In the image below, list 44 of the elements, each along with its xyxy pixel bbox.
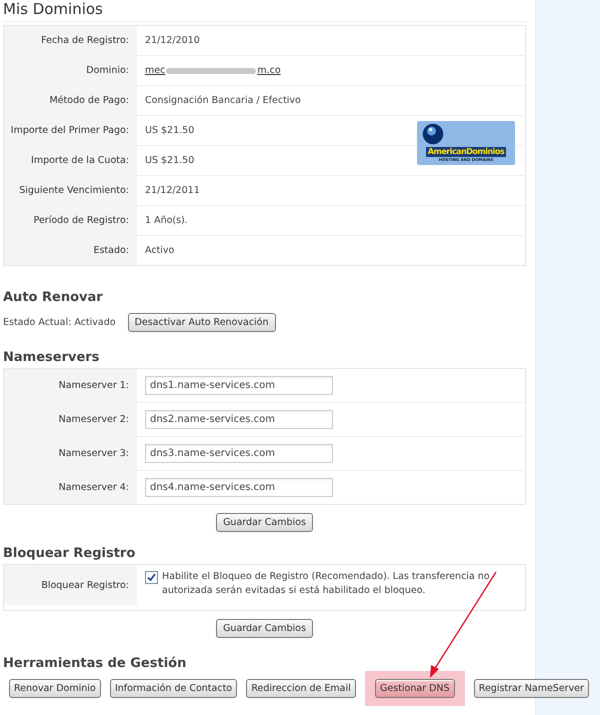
logo-text: AmericanDominios	[426, 147, 506, 157]
field-value: 1 Año(s).	[145, 215, 188, 226]
nameserver-field[interactable]: dns4.name-services.com	[145, 478, 333, 497]
field-value: 21/12/2010	[145, 35, 200, 46]
field-value: US $21.50	[145, 155, 194, 166]
field-label: Fecha de Registro:	[41, 35, 129, 46]
globe-icon	[422, 123, 444, 145]
field-label: Dominio:	[86, 65, 129, 76]
deactivate-button[interactable]: Desactivar Auto Renovación	[128, 313, 276, 332]
status-text: Estado Actual: Activado	[3, 317, 116, 328]
save-button[interactable]: Guardar Cambios	[216, 619, 313, 638]
nameserver-field[interactable]: dns3.name-services.com	[145, 444, 333, 463]
tool-button[interactable]: Información de Contacto	[110, 679, 238, 698]
field-label: Importe del Primer Pago:	[10, 125, 129, 136]
field-label: Nameserver 1:	[58, 380, 129, 391]
section-heading: Nameservers	[3, 350, 100, 365]
field-label: Nameserver 2:	[58, 414, 129, 425]
domain-link[interactable]: mec	[145, 65, 166, 76]
tool-button[interactable]: Renovar Dominio	[9, 679, 101, 698]
tool-button[interactable]: Registrar NameServer	[474, 679, 589, 698]
section-heading: Auto Renovar	[3, 290, 104, 305]
field-label: Nameserver 4:	[58, 482, 129, 493]
field-value: US $21.50	[145, 125, 194, 136]
field-label: Nameserver 3:	[58, 448, 129, 459]
field-label: Importe de la Cuota:	[31, 155, 129, 166]
field-label: Estado:	[93, 245, 129, 256]
field-value: Activo	[145, 245, 174, 256]
page-title: Mis Dominios	[3, 0, 526, 22]
section-heading: Bloquear Registro	[3, 546, 136, 561]
nameserver-field[interactable]: dns1.name-services.com	[145, 376, 333, 395]
tool-button[interactable]: Gestionar DNS	[374, 679, 455, 698]
field-label: Período de Registro:	[34, 215, 129, 226]
domain-link[interactable]: m.co	[257, 65, 281, 76]
tool-button[interactable]: Redireccion de Email	[246, 679, 356, 698]
field-label: Bloquear Registro:	[41, 580, 129, 590]
field-label: Método de Pago:	[49, 95, 129, 106]
save-button[interactable]: Guardar Cambios	[216, 513, 313, 532]
checkbox[interactable]	[145, 571, 158, 584]
field-value: Consignación Bancaria / Efectivo	[145, 95, 301, 106]
section-heading: Herramientas de Gestión	[3, 656, 188, 671]
field-label: Siguiente Vencimiento:	[19, 185, 129, 196]
nameserver-field[interactable]: dns2.name-services.com	[145, 410, 333, 429]
lock-description: Habilite el Bloqueo de Registro (Recomendado). Las transferencia no autorizada serán evitadas si está habilitado el bloqueo.	[162, 570, 491, 598]
field-value: 21/12/2011	[145, 185, 200, 196]
